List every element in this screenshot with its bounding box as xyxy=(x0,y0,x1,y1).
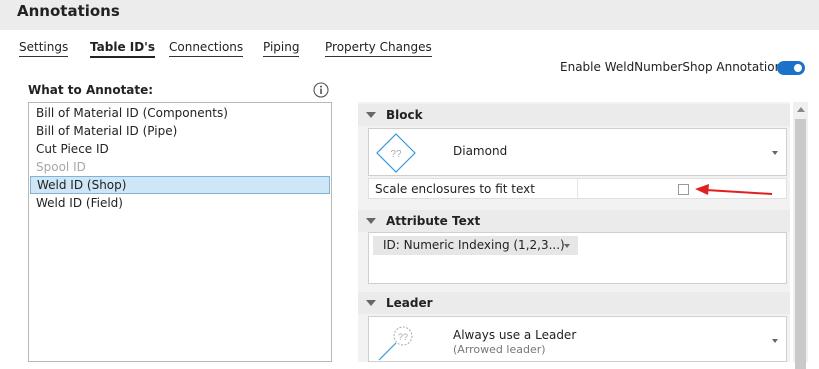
list-item-weld-id-shop[interactable]: Weld ID (Shop) xyxy=(30,176,330,194)
tab-table-ids[interactable]: Table ID's xyxy=(90,40,155,58)
red-arrow-icon xyxy=(694,182,774,201)
leader-icon: ?? xyxy=(375,320,419,365)
row-divider xyxy=(577,179,578,198)
info-icon[interactable] xyxy=(313,82,329,98)
list-item-bom-components[interactable]: Bill of Material ID (Components) xyxy=(30,104,330,122)
tab-bar: Settings Table ID's Connections Piping P… xyxy=(0,38,819,60)
leader-option-label: Always use a Leader xyxy=(453,328,577,342)
list-item-spool-id: Spool ID xyxy=(36,160,86,174)
leader-option-sublabel: (Arrowed leader) xyxy=(453,343,546,356)
collapse-triangle-icon xyxy=(366,218,376,224)
attribute-text-box: ID: Numeric Indexing (1,2,3...) xyxy=(368,232,787,284)
block-shape-dropdown[interactable]: ?? Diamond xyxy=(368,128,787,176)
attribute-index-combo[interactable]: ID: Numeric Indexing (1,2,3...) xyxy=(373,236,578,255)
enable-annotations-label: Enable WeldNumberShop Annotations: xyxy=(560,60,793,74)
block-shape-label: Diamond xyxy=(453,144,508,158)
leader-section-header[interactable]: Leader xyxy=(358,292,790,314)
enable-annotations-toggle[interactable] xyxy=(777,61,805,75)
tab-piping[interactable]: Piping xyxy=(263,40,300,57)
attribute-header-label: Attribute Text xyxy=(386,214,481,228)
tab-settings[interactable]: Settings xyxy=(19,40,69,57)
attribute-combo-value: ID: Numeric Indexing (1,2,3...) xyxy=(383,238,565,252)
tab-connections[interactable]: Connections xyxy=(169,40,244,57)
tab-property-changes[interactable]: Property Changes xyxy=(325,40,432,57)
scale-enclosures-checkbox[interactable] xyxy=(678,184,689,195)
list-item-cut-piece-id[interactable]: Cut Piece ID xyxy=(30,140,330,158)
chevron-down-icon xyxy=(772,339,778,343)
attribute-section-header[interactable]: Attribute Text xyxy=(358,210,790,232)
scroll-up-arrow-icon[interactable] xyxy=(797,107,805,112)
chevron-down-icon xyxy=(772,151,778,155)
diamond-icon: ?? xyxy=(375,132,417,177)
leader-header-label: Leader xyxy=(386,296,433,310)
page-title: Annotations xyxy=(17,2,120,20)
diamond-icon-text: ?? xyxy=(390,149,402,160)
chevron-down-icon xyxy=(564,244,570,248)
title-bar: Annotations xyxy=(0,0,819,30)
list-item-weld-id-field[interactable]: Weld ID (Field) xyxy=(30,194,330,212)
leader-icon-text: ?? xyxy=(398,332,408,342)
collapse-triangle-icon xyxy=(366,112,376,118)
panel-scrollbar[interactable] xyxy=(793,102,808,369)
scroll-thumb[interactable] xyxy=(795,119,806,369)
leader-dropdown[interactable]: ?? Always use a Leader (Arrowed leader) xyxy=(368,316,787,362)
scale-enclosures-label: Scale enclosures to fit text xyxy=(375,182,535,196)
list-item-bom-pipe[interactable]: Bill of Material ID (Pipe) xyxy=(30,122,330,140)
collapse-triangle-icon xyxy=(366,300,376,306)
block-header-label: Block xyxy=(386,108,423,122)
block-section-header[interactable]: Block xyxy=(358,104,790,126)
toggle-knob xyxy=(794,64,802,72)
annotate-list[interactable]: Bill of Material ID (Components) Bill of… xyxy=(28,102,332,362)
what-to-annotate-label: What to Annotate: xyxy=(28,83,154,97)
